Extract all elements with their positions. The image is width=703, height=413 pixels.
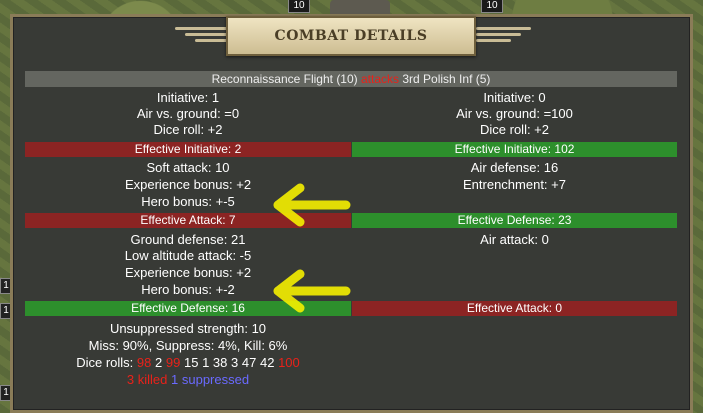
attacker-dice-roll: Dice roll: +2 bbox=[153, 122, 223, 137]
defender-air-vs-ground: Air vs. ground: =100 bbox=[456, 106, 573, 121]
unit-strength-counter[interactable]: 10 bbox=[288, 0, 310, 13]
dice-value: 98 bbox=[136, 355, 152, 370]
combat-result: 3 killed 1 suppressed bbox=[25, 372, 351, 388]
defender-entrenchment: Entrenchment: +7 bbox=[463, 177, 566, 192]
dice-values: 98 2 99 15 1 38 3 47 42 100 bbox=[137, 355, 300, 370]
hit-odds: Miss: 90%, Suppress: 4%, Kill: 6% bbox=[88, 338, 288, 353]
defender-effective-attack: Effective Attack: 0 bbox=[352, 301, 677, 316]
dice-value: 2 bbox=[155, 355, 163, 370]
dice-value: 38 bbox=[212, 355, 228, 370]
attacks-verb: attacks bbox=[361, 72, 400, 86]
unit-strength-counter[interactable]: 10 bbox=[481, 0, 503, 13]
defender-effective-defense: Effective Defense: 23 bbox=[352, 213, 677, 228]
defender-effective-initiative: Effective Initiative: 102 bbox=[352, 142, 677, 157]
dice-value: 42 bbox=[259, 355, 275, 370]
dice-value: 100 bbox=[278, 355, 300, 370]
dice-value: 99 bbox=[165, 355, 181, 370]
wing-ornament-right bbox=[476, 24, 536, 46]
attacker-initiative: Initiative: 1 bbox=[156, 90, 220, 105]
combat-header: Reconnaissance Flight (10) attacks 3rd P… bbox=[25, 71, 677, 87]
attacker-effective-initiative: Effective Initiative: 2 bbox=[25, 142, 351, 157]
wing-ornament-left bbox=[170, 24, 230, 46]
attacker-ground-defense: Ground defense: 21 bbox=[130, 232, 246, 247]
dice-value: 47 bbox=[241, 355, 257, 370]
defender-air-defense: Air defense: 16 bbox=[470, 160, 559, 175]
unsuppressed-strength: Unsuppressed strength: 10 bbox=[109, 321, 267, 336]
defender-name: 3rd Polish Inf (5) bbox=[402, 72, 491, 86]
defender-initiative: Initiative: 0 bbox=[483, 90, 546, 105]
dice-value: 15 bbox=[183, 355, 199, 370]
window-title: COMBAT DETAILS bbox=[226, 16, 476, 56]
defender-dice-roll: Dice roll: +2 bbox=[480, 122, 549, 137]
killed-count: 3 killed bbox=[126, 372, 168, 387]
dice-rolls-label: Dice rolls: bbox=[76, 355, 134, 370]
attacker-name: Reconnaissance Flight (10) bbox=[211, 72, 358, 86]
dice-value: 1 bbox=[202, 355, 210, 370]
attacker-low-altitude-attack: Low altitude attack: -5 bbox=[124, 248, 252, 263]
defender-air-attack: Air attack: 0 bbox=[480, 232, 549, 247]
suppressed-count: 1 suppressed bbox=[171, 372, 250, 387]
highlight-arrow-icon bbox=[273, 183, 351, 227]
dice-value: 3 bbox=[231, 355, 239, 370]
attacker-air-vs-ground: Air vs. ground: =0 bbox=[136, 106, 240, 121]
dice-rolls: Dice rolls: 98 2 99 15 1 38 3 47 42 100 bbox=[25, 355, 351, 371]
highlight-arrow-icon bbox=[273, 269, 351, 313]
attacker-soft-attack: Soft attack: 10 bbox=[146, 160, 230, 175]
